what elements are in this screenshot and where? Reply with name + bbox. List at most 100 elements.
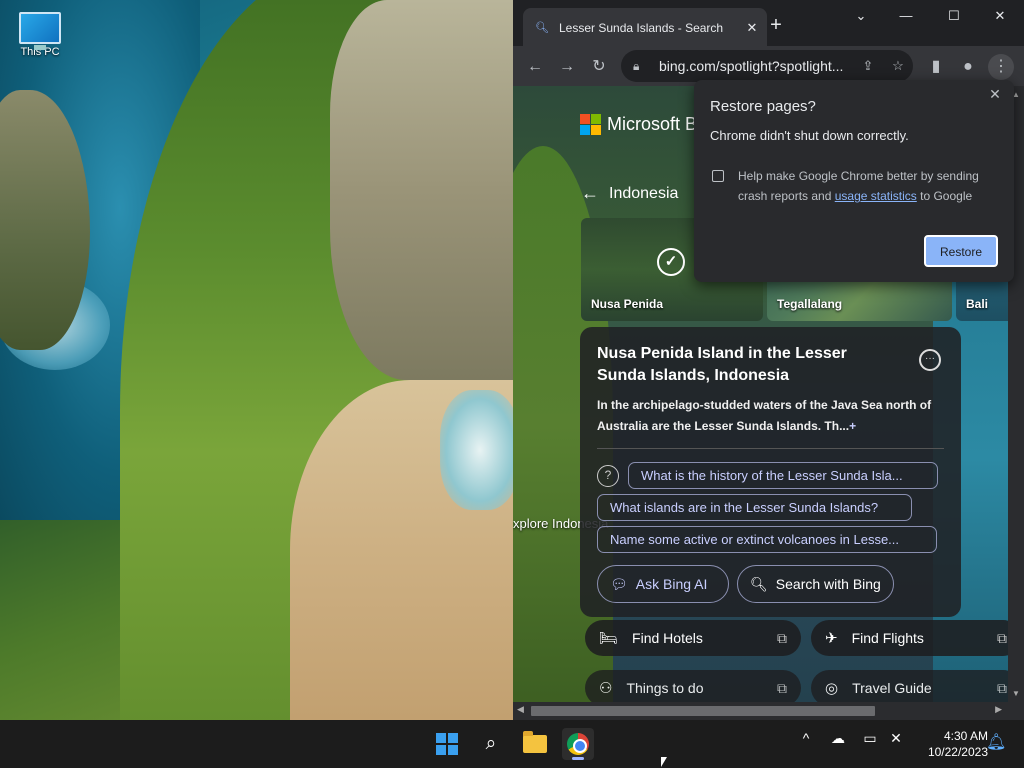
- quick-link-label: Find Flights: [851, 630, 924, 646]
- suggestion-chip[interactable]: Name some active or extinct volcanoes in…: [597, 526, 937, 553]
- start-button[interactable]: [431, 728, 463, 760]
- chat-icon[interactable]: ···: [919, 349, 941, 371]
- scrollbar-thumb[interactable]: [531, 706, 875, 716]
- suggestion-chip[interactable]: What islands are in the Lesser Sunda Isl…: [597, 494, 912, 521]
- folder-icon: [523, 731, 547, 753]
- card-description: In the archipelago-studded waters of the…: [597, 395, 947, 437]
- quick-link-label: Things to do: [626, 680, 704, 696]
- reload-button[interactable]: ↻: [586, 54, 612, 80]
- desktop-icon-this-pc[interactable]: This PC: [14, 10, 66, 58]
- microsoft-bing-logo[interactable]: Microsoft Bi: [580, 114, 701, 135]
- usage-statistics-link[interactable]: usage statistics: [835, 189, 917, 203]
- quick-link-label: Travel Guide: [852, 680, 932, 696]
- close-icon[interactable]: ✕: [986, 86, 1004, 103]
- dialog-title: Restore pages?: [710, 98, 816, 115]
- forward-button[interactable]: →: [554, 54, 580, 80]
- back-button[interactable]: ←: [522, 54, 548, 80]
- profile-button[interactable]: ●: [955, 54, 981, 80]
- chrome-taskbar-button[interactable]: [562, 728, 594, 760]
- travel-guide-link[interactable]: ◎ Travel Guide ⧉: [811, 670, 1008, 702]
- things-to-do-link[interactable]: ⚇ Things to do ⧉: [585, 670, 801, 702]
- help-text-end: to Google: [920, 189, 973, 203]
- address-bar[interactable]: 🔒︎ bing.com/spotlight?spotlight... ⇪ ☆: [621, 50, 913, 82]
- tab-title: Lesser Sunda Islands - Search: [559, 21, 724, 35]
- crash-report-checkbox[interactable]: [712, 170, 724, 182]
- back-label: Indonesia: [609, 184, 679, 202]
- back-arrow-icon: ←: [581, 183, 599, 203]
- taskbar: ⌕ ^ ☁ ▭ ✕ 4:30 AM 10/22/2023 🔔︎: [0, 720, 1024, 768]
- expand-icon[interactable]: +: [849, 419, 856, 433]
- find-flights-link[interactable]: ✈︎ Find Flights ⧉: [811, 620, 1008, 656]
- search-with-bing-button[interactable]: 🔍︎ Search with Bing: [737, 565, 894, 603]
- this-pc-icon: [19, 12, 61, 50]
- lock-icon[interactable]: 🔒︎: [633, 59, 649, 74]
- restore-button[interactable]: Restore: [924, 235, 998, 267]
- minimize-button[interactable]: —: [883, 4, 929, 28]
- ask-bing-ai-label: Ask Bing AI: [635, 576, 708, 592]
- notification-bell-icon[interactable]: 🔔︎: [986, 732, 1006, 752]
- clock-time: 4:30 AM: [943, 729, 988, 743]
- share-icon[interactable]: ⇪: [853, 58, 883, 74]
- external-link-icon: ⧉: [997, 629, 1007, 646]
- tray-chevron-icon[interactable]: ^: [794, 730, 818, 746]
- windows-logo-icon: [436, 733, 458, 755]
- bookmark-star-icon[interactable]: ☆: [883, 58, 913, 74]
- wallpaper-rock: [330, 0, 520, 380]
- scroll-right-icon[interactable]: ▶: [995, 704, 1002, 715]
- external-link-icon: ⧉: [777, 629, 787, 646]
- suggestion-chip[interactable]: What is the history of the Lesser Sunda …: [628, 462, 938, 489]
- search-icon[interactable]: ⌕: [475, 728, 507, 760]
- tab-close-icon[interactable]: ✕: [741, 20, 763, 36]
- url-text: bing.com/spotlight?spotlight...: [659, 58, 844, 74]
- bed-icon: 🛏︎: [599, 630, 619, 647]
- file-explorer-button[interactable]: [519, 728, 551, 760]
- back-to-indonesia[interactable]: ← Indonesia: [581, 183, 678, 204]
- side-panel-button[interactable]: ▮: [923, 54, 949, 80]
- card-divider: [597, 448, 944, 449]
- quick-link-label: Find Hotels: [632, 630, 703, 646]
- close-window-button[interactable]: ✕: [977, 4, 1023, 28]
- carousel-label: Bali: [966, 297, 989, 311]
- search-icon: 🔍︎: [535, 22, 549, 34]
- new-tab-button[interactable]: +: [765, 14, 787, 36]
- dialog-message: Chrome didn't shut down correctly.: [710, 128, 909, 143]
- wallpaper-surf: [440, 390, 520, 510]
- tab-lesser-sunda[interactable]: 🔍︎ Lesser Sunda Islands - Search ✕: [523, 8, 767, 48]
- info-card: Nusa Penida Island in the Lesser Sunda I…: [580, 327, 961, 617]
- ask-bing-ai-button[interactable]: 💬︎ Ask Bing AI: [597, 565, 729, 603]
- maximize-button[interactable]: ☐: [931, 4, 977, 28]
- tab-bar: 🔍︎ Lesser Sunda Islands - Search ✕ + ⌄ —…: [513, 0, 1024, 48]
- find-hotels-link[interactable]: 🛏︎ Find Hotels ⧉: [585, 620, 801, 656]
- plane-icon: ✈︎: [825, 630, 838, 647]
- clock[interactable]: 4:30 AM 10/22/2023: [916, 728, 988, 760]
- chat-bubble-icon: 💬︎: [610, 575, 628, 592]
- restore-pages-dialog: Restore pages? ✕ Chrome didn't shut down…: [694, 80, 1014, 282]
- microsoft-logo-icon: [580, 114, 601, 135]
- menu-button[interactable]: ⋮: [988, 54, 1014, 80]
- external-link-icon: ⧉: [777, 679, 787, 696]
- card-title: Nusa Penida Island in the Lesser Sunda I…: [597, 345, 847, 384]
- onedrive-icon[interactable]: ☁: [826, 730, 850, 747]
- clock-date: 10/22/2023: [927, 745, 988, 759]
- carousel-label: Tegallalang: [777, 297, 843, 311]
- compass-icon: ◎: [825, 680, 839, 697]
- volume-muted-icon[interactable]: ✕: [884, 730, 908, 747]
- tab-search-button[interactable]: ⌄: [838, 4, 884, 28]
- mouse-cursor-icon: [661, 757, 673, 767]
- logo-text: Microsoft Bi: [607, 114, 702, 134]
- horizontal-scrollbar[interactable]: ◀ ▶: [513, 702, 1024, 720]
- search-with-bing-label: Search with Bing: [775, 576, 881, 592]
- crash-report-text: Help make Google Chrome better by sendin…: [738, 166, 998, 206]
- scroll-down-icon[interactable]: ▼: [1008, 689, 1024, 698]
- active-indicator: [572, 757, 584, 760]
- chrome-icon: [567, 733, 589, 755]
- card-description-text: In the archipelago-studded waters of the…: [597, 398, 932, 433]
- checkmark-icon: ✓: [657, 248, 685, 276]
- binoculars-icon: ⚇: [599, 680, 613, 697]
- scroll-left-icon[interactable]: ◀: [517, 704, 524, 715]
- question-icon: ?: [597, 465, 619, 487]
- network-icon[interactable]: ▭: [858, 730, 882, 747]
- external-link-icon: ⧉: [997, 679, 1007, 696]
- carousel-label: Nusa Penida: [591, 297, 664, 311]
- search-icon: 🔍︎: [750, 575, 768, 592]
